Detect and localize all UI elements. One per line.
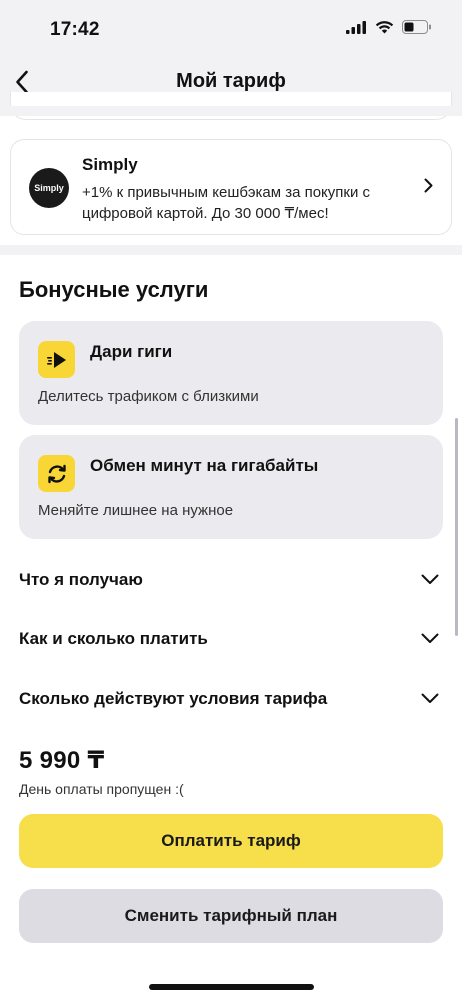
section-background <box>0 106 462 116</box>
status-icons <box>346 20 432 34</box>
simply-description: +1% к привычным кешбэкам за покупки с ци… <box>82 184 371 222</box>
payment-status: День оплаты пропущен :( <box>19 781 184 797</box>
chevron-down-icon <box>421 574 439 584</box>
bonus-card-share-gigs[interactable]: Дари гиги Делитесь трафиком с близкими <box>19 321 443 425</box>
page-title: Мой тариф <box>176 70 286 92</box>
chevron-down-icon <box>421 693 439 703</box>
scrollbar[interactable] <box>455 418 458 636</box>
tariff-price: 5 990 ₸ <box>19 747 105 774</box>
accordion-what-i-get[interactable]: Что я получаю <box>19 562 443 602</box>
screen: 17:42 Мой тариф Simply Simply +1% к прив… <box>0 0 462 999</box>
battery-icon <box>402 20 431 34</box>
pay-tariff-button[interactable]: Оплатить тариф <box>19 814 443 868</box>
bonus-card-title: Дари гиги <box>90 342 173 361</box>
simply-title: Simply <box>82 155 138 174</box>
status-bar: 17:42 <box>0 0 462 60</box>
accordion-how-to-pay[interactable]: Как и сколько платить <box>19 621 443 661</box>
accordion-label: Сколько действуют условия тарифа <box>19 689 328 708</box>
status-time: 17:42 <box>50 19 100 40</box>
accordion-tariff-duration[interactable]: Сколько действуют условия тарифа <box>19 681 443 721</box>
section-divider <box>0 245 462 255</box>
change-tariff-button[interactable]: Сменить тарифный план <box>19 889 443 943</box>
chevron-right-icon <box>424 178 433 193</box>
chevron-down-icon <box>421 633 439 643</box>
bonus-section-heading: Бонусные услуги <box>19 277 209 302</box>
signal-icon <box>346 20 366 34</box>
bonus-card-title: Обмен минут на гигабайты <box>90 456 319 475</box>
bonus-card-minutes-exchange[interactable]: Обмен минут на гигабайты Меняйте лишнее … <box>19 435 443 539</box>
exchange-icon <box>38 455 75 492</box>
send-icon <box>38 341 75 378</box>
bonus-card-description: Делитесь трафиком с близкими <box>38 388 259 405</box>
accordion-label: Как и сколько платить <box>19 629 208 648</box>
simply-promo-card[interactable]: Simply Simply +1% к привычным кешбэкам з… <box>10 139 452 235</box>
accordion-label: Что я получаю <box>19 570 143 589</box>
home-indicator[interactable] <box>149 984 314 990</box>
bonus-card-description: Меняйте лишнее на нужное <box>38 502 234 519</box>
simply-logo: Simply <box>29 168 69 208</box>
wifi-icon <box>375 21 394 34</box>
